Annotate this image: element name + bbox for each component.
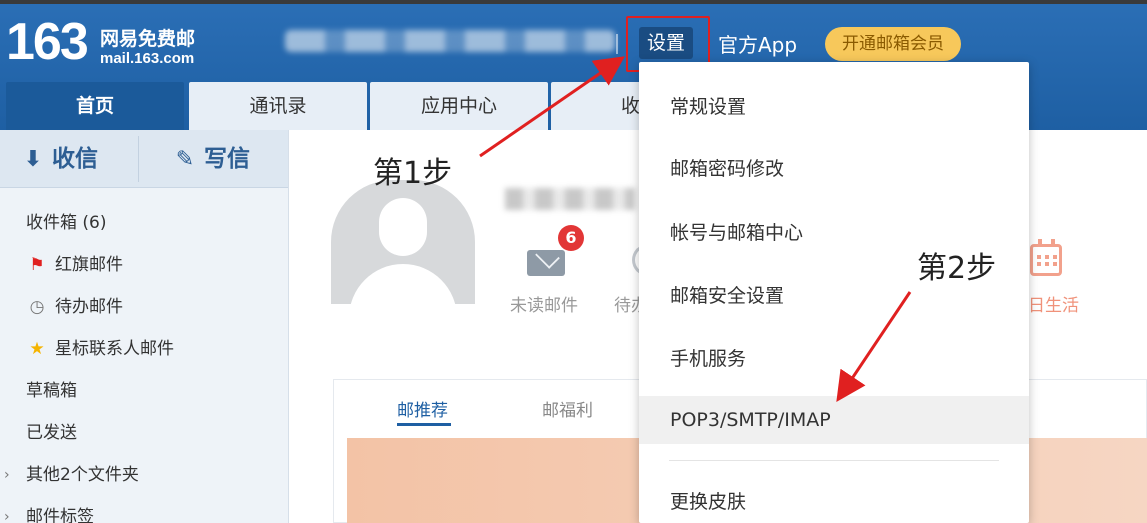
sidebar-item-label: 红旗邮件 [55,255,123,275]
header-divider [616,34,618,54]
sidebar-item-label: 待办邮件 [55,297,123,317]
sidebar: ⬇ 收信 ✎ 写信 收件箱 (6) ⚑ 红旗邮件 ◷ 待办邮件 ★ 星标联系人邮件 … [0,130,289,523]
chevron-right-icon[interactable]: › [4,496,10,523]
avatar-head [379,198,427,256]
unread-count-badge: 6 [558,225,584,251]
menu-item-change-skin[interactable]: 更换皮肤 [639,478,1029,523]
sidebar-item-sent[interactable]: 已发送 [0,412,288,454]
sidebar-item-flagged[interactable]: ⚑ 红旗邮件 [0,244,288,286]
chevron-right-icon[interactable]: › [4,454,10,496]
avatar-body [349,264,457,304]
download-icon: ⬇ [23,147,43,172]
sidebar-item-inbox[interactable]: 收件箱 (6) [0,202,288,244]
sidebar-item-tags[interactable]: › 邮件标签 [0,496,288,523]
mail-actions: ⬇ 收信 ✎ 写信 [0,130,288,188]
compose-label: 写信 [204,146,250,172]
tab-home[interactable]: 首页 [6,82,184,130]
clock-icon: ◷ [29,297,45,317]
sidebar-item-other-folders[interactable]: › 其他2个文件夹 [0,454,288,496]
tab-benefits[interactable]: 邮福利 [542,396,593,421]
avatar[interactable] [331,180,475,304]
red-flag-icon: ⚑ [29,255,45,275]
menu-item-pop3-smtp-imap[interactable]: POP3/SMTP/IMAP [639,396,1029,444]
step2-annotation: 第2步 [917,251,997,286]
top-border [0,0,1147,4]
menu-divider [669,460,999,461]
calendar-icon[interactable] [1030,239,1062,276]
sidebar-item-todo[interactable]: ◷ 待办邮件 [0,286,288,328]
logo-domain: mail.163.com [100,50,195,67]
active-tab-indicator [397,423,451,426]
star-icon: ★ [29,339,45,359]
vip-membership-button[interactable]: 开通邮箱会员 [825,27,961,61]
mail-icon[interactable] [527,250,565,276]
sidebar-item-label: 其他2个文件夹 [26,465,139,485]
tab-contacts[interactable]: 通讯录 [189,82,367,130]
sidebar-item-label: 收件箱 (6) [26,213,107,233]
sidebar-item-label: 已发送 [26,423,77,443]
sidebar-item-label: 星标联系人邮件 [55,339,174,359]
official-app-link[interactable]: 官方App [718,29,797,58]
tab-app-center[interactable]: 应用中心 [370,82,548,130]
actions-divider [138,136,139,182]
menu-item-change-password[interactable]: 邮箱密码修改 [639,145,1029,193]
blurred-account-name [285,30,615,52]
receive-label: 收信 [52,146,98,172]
daily-life-link[interactable]: 日生活 [1028,291,1079,316]
sidebar-item-label: 邮件标签 [26,507,94,523]
sidebar-item-starred[interactable]: ★ 星标联系人邮件 [0,328,288,370]
sidebar-item-drafts[interactable]: 草稿箱 [0,370,288,412]
blurred-user-name [505,188,635,210]
compose-button[interactable]: ✎ 写信 [172,130,310,188]
tab-recommend[interactable]: 邮推荐 [397,396,448,421]
menu-item-mobile-service[interactable]: 手机服务 [639,335,1029,383]
sidebar-item-label: 草稿箱 [26,381,77,401]
step1-annotation: 第1步 [373,156,453,191]
edit-icon: ✎ [175,147,195,172]
logo-name: 网易免费邮 [100,28,196,50]
unread-mail-link[interactable]: 未读邮件 [510,291,578,316]
settings-dropdown-menu: 常规设置 邮箱密码修改 帐号与邮箱中心 邮箱安全设置 手机服务 POP3/SMT… [639,62,1029,523]
menu-item-general-settings[interactable]: 常规设置 [639,83,1029,131]
logo-number: 163 [6,13,89,71]
